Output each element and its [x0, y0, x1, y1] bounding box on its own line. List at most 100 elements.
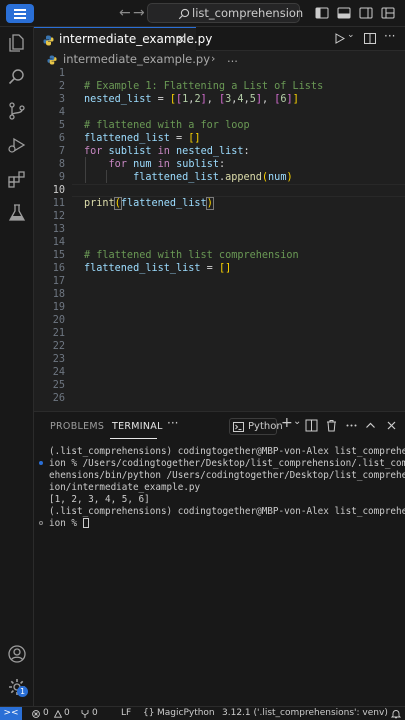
line-number[interactable]: 24	[34, 366, 65, 379]
line-number-row: 12	[34, 210, 405, 223]
split-terminal-icon[interactable]	[305, 419, 318, 432]
code-line: flattened_list_list = []	[84, 263, 232, 274]
terminal-line: (.list_comprehensions) codingtogether@MB…	[49, 506, 405, 517]
terminal-selector[interactable]: Python	[229, 418, 283, 435]
source-control-icon[interactable]	[7, 101, 27, 121]
code-line: flattened_list = []	[84, 133, 201, 144]
notifications-bell-icon[interactable]	[391, 709, 401, 719]
line-number-row: 25	[34, 379, 405, 392]
line-number-row: 21	[34, 327, 405, 340]
line-number[interactable]: 21	[34, 327, 65, 340]
command-center-search[interactable]: list_comprehension	[147, 3, 304, 23]
line-number[interactable]: 26	[34, 392, 65, 405]
python-interpreter[interactable]: 3.12.1 ('.list_comprehensions': venv)	[222, 708, 388, 718]
kill-terminal-trash-icon[interactable]	[325, 419, 338, 432]
code-line: nested_list = [[1,2], [3,4,5], [6]]	[84, 94, 299, 105]
activity-bar	[0, 27, 34, 706]
line-number-row: 19	[34, 301, 405, 314]
nav-back-icon[interactable]: ←	[119, 4, 131, 22]
line-number[interactable]: 20	[34, 314, 65, 327]
search-icon	[178, 8, 190, 20]
terminal-prompt-line: ion %	[49, 518, 89, 529]
line-number[interactable]: 25	[34, 379, 65, 392]
eol-indicator[interactable]: LF	[121, 708, 131, 718]
tab-problems[interactable]: PROBLEMS	[50, 421, 104, 432]
line-number-row: 18	[34, 288, 405, 301]
status-bar: >< 0 0 0 LF {} MagicPython 3.12.1 ('.lis…	[0, 706, 405, 720]
code-line: # flattened with list comprehension	[34, 236, 405, 261]
terminal-dropdown-icon[interactable]: ⌄	[293, 416, 301, 427]
terminal-prompt: ion %	[49, 518, 83, 529]
line-number[interactable]: 22	[34, 340, 65, 353]
terminal-line: ion/intermediate_example.py	[49, 482, 201, 493]
line-number-row: 17	[34, 275, 405, 288]
panel-more-icon[interactable]: ···	[167, 416, 178, 430]
tab-label: intermediate_example.py	[59, 32, 213, 46]
code-editor[interactable]: 1 2 3 4 5 6 7 8 9 10 11 12 13 14 15 16 17 18 19 20 21 22 23 24 2…	[34, 66, 405, 410]
ports-icon[interactable]	[80, 709, 90, 718]
accounts-badge: 1	[17, 686, 28, 697]
code-line: for num in sublist:	[108, 159, 226, 170]
error-count[interactable]: 0	[43, 708, 49, 718]
split-editor-icon[interactable]	[364, 33, 376, 44]
terminal-line: ion % /Users/codingtogether/Desktop/list…	[49, 458, 405, 469]
run-dropdown-chevron-icon[interactable]: ⌄	[347, 30, 355, 40]
run-debug-icon[interactable]	[7, 135, 27, 155]
explorer-icon[interactable]	[7, 33, 27, 53]
code-line: for sublist in nested_list:	[84, 146, 250, 157]
terminal-icon	[233, 422, 244, 432]
line-number[interactable]: 13	[34, 223, 65, 236]
language-mode[interactable]: MagicPython	[157, 708, 215, 718]
line-number-row: 24	[34, 366, 405, 379]
close-tab-icon[interactable]: ×	[176, 32, 186, 46]
breadcrumb-symbols[interactable]: ...	[227, 51, 238, 65]
toggle-secondary-sidebar-icon[interactable]	[359, 6, 373, 20]
run-python-icon[interactable]	[334, 33, 345, 44]
nav-forward-icon[interactable]: →	[133, 4, 145, 22]
terminal-shell-label: Python	[248, 421, 283, 432]
line-number-row: 20	[34, 314, 405, 327]
command-decoration-icon[interactable]	[39, 461, 43, 465]
editor-tab-bar: intermediate_example.py × ⌄ ···	[34, 27, 405, 51]
python-file-icon	[47, 55, 57, 65]
remote-indicator-icon[interactable]: ><	[0, 707, 22, 720]
toggle-panel-icon[interactable]	[337, 6, 351, 20]
line-number-row: 13	[34, 223, 405, 236]
close-panel-icon[interactable]	[385, 419, 398, 432]
terminal-cursor	[82, 518, 89, 528]
terminal-line: ehensions/bin/python /Users/codingtogeth…	[49, 470, 405, 481]
breadcrumb-file[interactable]: intermediate_example.py	[63, 52, 210, 66]
terminal-line: (.list_comprehensions) codingtogether@MB…	[49, 446, 405, 457]
bottom-panel: PROBLEMS TERMINAL ··· Python + ⌄ (.list_…	[34, 411, 405, 706]
warning-icon[interactable]	[54, 710, 62, 718]
line-number-row: 26	[34, 392, 405, 405]
extensions-icon[interactable]	[7, 169, 27, 189]
new-terminal-icon[interactable]: +	[281, 415, 293, 431]
tab-terminal[interactable]: TERMINAL	[112, 421, 163, 432]
code-line: print(flattened_list)	[84, 197, 214, 210]
nested-list-token: nested_list	[84, 94, 152, 105]
line-number-row: 22	[34, 340, 405, 353]
testing-icon[interactable]	[7, 203, 27, 223]
menu-icon[interactable]	[6, 4, 34, 23]
command-center-label: list_comprehension	[192, 6, 304, 20]
more-actions-icon[interactable]: ···	[384, 29, 395, 43]
line-number[interactable]: 23	[34, 353, 65, 366]
ports-count[interactable]: 0	[92, 708, 98, 718]
error-icon[interactable]	[32, 710, 40, 718]
line-number[interactable]: 19	[34, 301, 65, 314]
layout-icon[interactable]	[381, 6, 395, 20]
tab-intermediate-example[interactable]: intermediate_example.py ×	[34, 27, 212, 51]
account-icon[interactable]	[7, 644, 27, 664]
panel-options-icon[interactable]	[345, 419, 358, 432]
search-icon[interactable]	[7, 67, 27, 87]
line-number-row: 23	[34, 353, 405, 366]
code-line: # flattened with a for loop	[34, 106, 405, 131]
toggle-sidebar-icon[interactable]	[315, 6, 329, 20]
line-number[interactable]: 18	[34, 288, 65, 301]
maximize-panel-chevron-up-icon[interactable]	[364, 419, 377, 432]
language-braces-icon[interactable]: {}	[143, 708, 154, 718]
warning-count[interactable]: 0	[64, 708, 70, 718]
code-line: # Example 1: Flattening a List of Lists	[34, 67, 405, 92]
command-decoration-icon[interactable]	[39, 521, 43, 525]
